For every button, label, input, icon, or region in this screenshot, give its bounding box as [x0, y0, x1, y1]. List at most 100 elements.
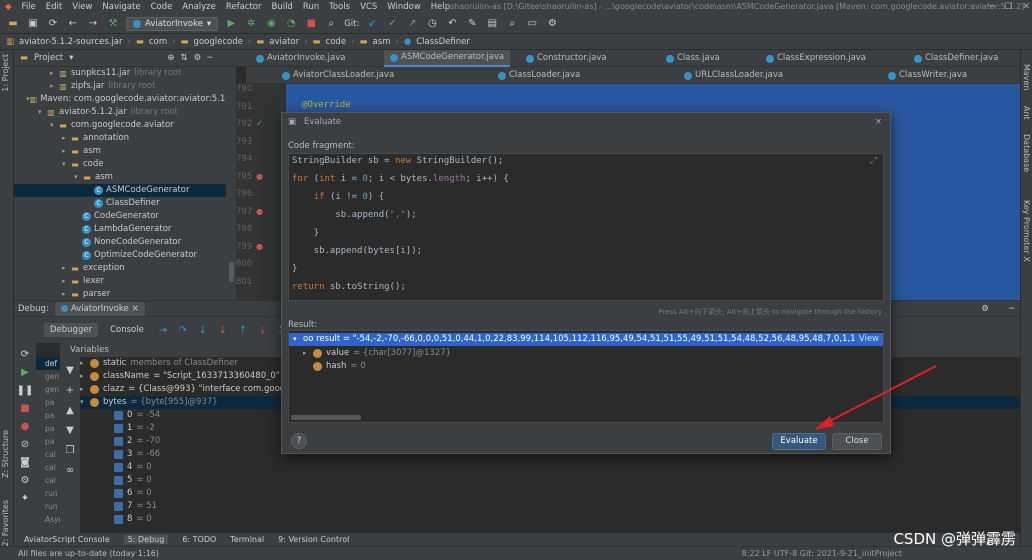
frame-item[interactable]: cal [36, 474, 60, 487]
tree-node[interactable]: ▾ ▥ Maven: com.googlecode.aviator:aviator:… [14, 93, 226, 106]
result-hscroll[interactable] [291, 415, 361, 420]
menu-item-window[interactable]: Window [382, 0, 426, 14]
maximize-icon[interactable]: ☐ [1004, 2, 1012, 12]
chevron-right-icon[interactable]: ▸ [62, 262, 70, 275]
step-over-icon[interactable]: ↷ [176, 323, 190, 337]
database-tool-tab[interactable]: Database [1022, 134, 1031, 172]
tab-debugger[interactable]: Debugger [44, 323, 99, 337]
revert-icon[interactable]: ↶ [445, 17, 459, 31]
breakpoint-icon[interactable]: ● [256, 207, 263, 216]
locate-icon[interactable]: ⊕ [167, 53, 174, 63]
chevron-down-icon[interactable]: ▾ [62, 158, 70, 171]
show-execution-point-icon[interactable]: ⇥ [156, 323, 170, 337]
profile-icon[interactable]: ◔ [284, 17, 298, 31]
menu-item-file[interactable]: File [17, 0, 41, 14]
variable-row[interactable]: 6 = 0 [80, 487, 1020, 500]
rerun-icon[interactable]: ⟳ [18, 347, 32, 361]
chevron-right-icon[interactable]: ▸ [62, 275, 70, 288]
terminal-icon[interactable]: ▭ [525, 17, 539, 31]
menu-item-run[interactable]: Run [298, 0, 324, 14]
project-scrollbar[interactable] [226, 67, 236, 300]
editor-tab[interactable]: Class.java [666, 50, 720, 67]
menu-item-edit[interactable]: Edit [41, 0, 67, 14]
debug-icon[interactable]: ✲ [244, 17, 258, 31]
view-link[interactable]: View [855, 333, 883, 346]
chevron-right-icon[interactable]: ▸ [50, 80, 58, 93]
tree-node[interactable]: ▾ ▬ com.googlecode.aviator [14, 119, 226, 132]
frame-item[interactable]: cal [36, 448, 60, 461]
app-icon[interactable]: ◆ [0, 0, 17, 14]
debug-session-tab[interactable]: AviatorInvoke × [54, 301, 145, 316]
help-button[interactable]: ? [291, 433, 307, 449]
editor-tab[interactable]: ClassExpression.java [766, 50, 866, 67]
variable-row[interactable]: 7 = 51 [80, 500, 1020, 513]
breakpoint-icon[interactable]: ● [256, 172, 263, 181]
frame-item[interactable]: run [36, 500, 60, 513]
tree-node[interactable]: C ASMCodeGenerator [14, 184, 226, 197]
camera-icon[interactable]: ◙ [18, 455, 32, 469]
override-icon[interactable]: ✓ [256, 119, 263, 128]
breadcrumb-item[interactable]: googlecode [194, 37, 243, 47]
result-child-row[interactable]: ▸ value = {char[3077]@1327} [303, 347, 451, 360]
breadcrumb-item[interactable]: asm [373, 37, 391, 47]
gear-icon[interactable]: ⚙ [981, 304, 989, 314]
chevron-right-icon[interactable]: ▸ [62, 132, 70, 145]
editor-tab[interactable]: AviatorInvoke.java [256, 50, 345, 67]
breadcrumb-item[interactable]: aviator-5.1.2-sources.jar [19, 37, 122, 47]
status-right-info[interactable]: 8:22 LF UTF-8 Git: 2021-9-21_initProject [742, 547, 902, 560]
tree-node[interactable]: ▾ ▬ asm [14, 171, 226, 184]
chevron-down-icon[interactable]: ▾ [293, 333, 303, 346]
back-icon[interactable]: ← [66, 17, 80, 31]
frame-item[interactable]: gen [36, 383, 60, 396]
frame-item[interactable]: pa [36, 409, 60, 422]
bottom-tab[interactable]: 9: Version Control [278, 535, 349, 544]
build-icon[interactable]: ⚒ [106, 17, 120, 31]
frame-item[interactable]: def [36, 357, 60, 370]
tree-node[interactable]: C OptimizeCodeGenerator [14, 249, 226, 262]
evaluate-button[interactable]: Evaluate [772, 433, 826, 450]
forward-icon[interactable]: → [86, 17, 100, 31]
close-icon[interactable]: × [875, 113, 882, 131]
frame-item[interactable]: pa [36, 435, 60, 448]
frame-item[interactable]: gen [36, 370, 60, 383]
tree-node[interactable]: C NoneCodeGenerator [14, 236, 226, 249]
tree-node[interactable]: C LambdaGenerator [14, 223, 226, 236]
chevron-down-icon[interactable]: ▾ [38, 106, 46, 119]
git-update-icon[interactable]: ↙ [365, 17, 379, 31]
new-watch-icon[interactable]: + [63, 383, 77, 397]
step-into-icon[interactable]: ↓ [196, 323, 210, 337]
project-tool-tab[interactable]: 1: Project [1, 54, 10, 92]
editor-tab[interactable]: ClassDefiner.java [914, 50, 998, 67]
run-config-select[interactable]: AviatorInvoke ▾ [126, 16, 219, 31]
tab-console[interactable]: Console [104, 323, 150, 337]
close-icon[interactable]: ✕ [1022, 2, 1030, 12]
chevron-down-icon[interactable]: ▾ [80, 396, 90, 409]
variable-row[interactable]: 4 = 0 [80, 461, 1020, 474]
tree-node[interactable]: ▸ ▬ annotation [14, 132, 226, 145]
key-promoter-tool-tab[interactable]: Key Promoter X [1022, 200, 1031, 262]
chevron-right-icon[interactable]: ▸ [62, 145, 70, 158]
tree-node[interactable]: ▾ ▬ code [14, 158, 226, 171]
menu-item-tools[interactable]: Tools [324, 0, 355, 14]
ant-tool-tab[interactable]: Ant [1022, 106, 1031, 120]
menu-item-code[interactable]: Code [146, 0, 178, 14]
frame-item[interactable]: run [36, 487, 60, 500]
sync-icon[interactable]: ⟳ [46, 17, 60, 31]
variable-row[interactable]: 5 = 0 [80, 474, 1020, 487]
resume-icon[interactable]: ▶ [18, 365, 32, 379]
minimize-icon[interactable]: ─ [989, 2, 994, 12]
tree-node[interactable]: ▾ ▥ aviator-5.1.2.jar library root [14, 106, 226, 119]
breadcrumb-item[interactable]: aviator [269, 37, 299, 47]
git-push-icon[interactable]: ↗ [405, 17, 419, 31]
bottom-tab[interactable]: 6: TODO [182, 535, 216, 544]
editor-tab[interactable]: ASMCodeGenerator.java [384, 50, 511, 67]
favorites-tool-tab[interactable]: 2: Favorites [1, 500, 10, 546]
bottom-tab[interactable]: Terminal [230, 535, 264, 544]
editor-tab[interactable]: URLClassLoader.java [684, 67, 783, 84]
breadcrumb-item[interactable]: ClassDefiner [416, 37, 470, 47]
project-panel-title[interactable]: Project [34, 53, 63, 63]
tree-node[interactable]: ▸ ▬ lexer [14, 275, 226, 288]
tree-node[interactable]: ▸ ▬ exception [14, 262, 226, 275]
result-child-row[interactable]: hash = 0 [303, 360, 366, 373]
maven-tool-tab[interactable]: Maven [1022, 64, 1031, 91]
